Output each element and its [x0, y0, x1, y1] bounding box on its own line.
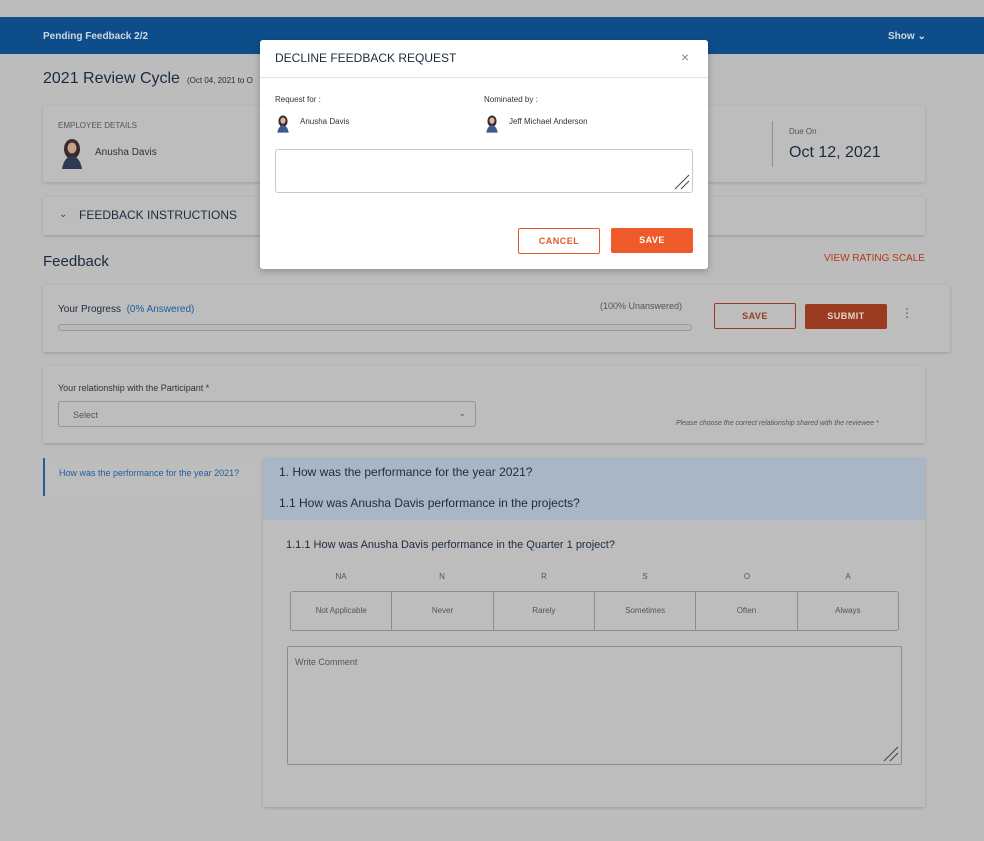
feedback-heading: Feedback: [43, 253, 109, 270]
rating-option-sometimes[interactable]: Sometimes: [595, 592, 697, 630]
employee-avatar: [62, 139, 82, 169]
progress-label: Your Progress (0% Answered): [58, 304, 194, 315]
view-rating-scale-link[interactable]: VIEW RATING SCALE: [824, 253, 925, 264]
modal-divider: [260, 77, 708, 78]
due-on-label: Due On: [789, 127, 817, 136]
relationship-select-value: Select: [73, 410, 99, 420]
decline-reason-textarea[interactable]: [275, 149, 693, 193]
top-strip: [0, 0, 984, 17]
nominated-by-name: Jeff Michael Anderson: [509, 117, 588, 126]
progress-unanswered: (100% Unanswered): [600, 301, 683, 311]
due-divider: [772, 121, 773, 167]
rating-option-never[interactable]: Never: [392, 592, 494, 630]
nominated-by-label: Nominated by :: [484, 95, 538, 104]
relationship-card: Your relationship with the Participant *…: [43, 366, 925, 443]
request-for-name: Anusha Davis: [300, 117, 350, 126]
scale-abbr: N: [439, 572, 445, 581]
more-options-icon[interactable]: ⋮: [901, 306, 913, 320]
feedback-instructions-label: FEEDBACK INSTRUCTIONS: [79, 208, 238, 222]
employee-details-label: EMPLOYEE DETAILS: [58, 121, 137, 130]
relationship-label: Your relationship with the Participant *: [58, 383, 210, 393]
comment-textarea[interactable]: Write Comment: [287, 646, 902, 765]
question-panel: 1. How was the performance for the year …: [263, 458, 925, 807]
modal-save-button[interactable]: SAVE: [611, 228, 693, 253]
decline-feedback-modal: DECLINE FEEDBACK REQUEST × Request for :…: [260, 40, 708, 269]
close-icon[interactable]: ×: [681, 49, 689, 65]
modal-title: DECLINE FEEDBACK REQUEST: [275, 51, 457, 65]
scale-abbr: R: [541, 572, 547, 581]
scale-abbr: O: [743, 572, 751, 581]
nominated-by-avatar: [486, 115, 498, 133]
request-for-label: Request for :: [275, 95, 321, 104]
resize-handle-icon[interactable]: [881, 744, 899, 762]
chevron-down-icon: ⌄: [59, 209, 68, 220]
rating-option-often[interactable]: Often: [696, 592, 798, 630]
employee-name: Anusha Davis: [95, 147, 157, 158]
question-1-title: 1. How was the performance for the year …: [279, 465, 533, 479]
relationship-hint: Please choose the correct relationship s…: [676, 420, 879, 427]
progress-bar: [58, 324, 692, 331]
relationship-select[interactable]: Select ⌄: [58, 401, 476, 427]
show-menu-button[interactable]: Show ⌄: [888, 31, 926, 42]
question-1-1-1-title: 1.1.1 How was Anusha Davis performance i…: [286, 539, 615, 551]
progress-answered: (0% Answered): [126, 304, 195, 315]
review-cycle-title: 2021 Review Cycle: [43, 70, 180, 87]
cancel-button[interactable]: CANCEL: [518, 228, 600, 254]
resize-handle-icon[interactable]: [672, 172, 690, 190]
sidebar-item-label: How was the performance for the year 202…: [59, 468, 240, 478]
rating-option-not-applicable[interactable]: Not Applicable: [291, 592, 393, 630]
save-button[interactable]: SAVE: [714, 303, 796, 329]
request-for-avatar: [277, 115, 289, 133]
question-header: 1. How was the performance for the year …: [263, 458, 925, 520]
rating-option-always[interactable]: Always: [798, 592, 898, 630]
chevron-down-icon: ⌄: [458, 408, 466, 418]
question-1-1-title: 1.1 How was Anusha Davis performance in …: [279, 496, 580, 510]
progress-label-text: Your Progress: [58, 304, 121, 315]
review-cycle-range: (Oct 04, 2021 to O: [187, 76, 253, 85]
progress-card: Your Progress (0% Answered) (100% Unansw…: [43, 285, 950, 352]
rating-option-rarely[interactable]: Rarely: [494, 592, 595, 630]
scale-abbr: S: [642, 572, 648, 581]
rating-scale: Not Applicable Never Rarely Sometimes Of…: [290, 591, 899, 631]
scale-abbr: NA: [335, 572, 347, 581]
scale-abbr: A: [845, 572, 851, 581]
sidebar-item-question-section[interactable]: How was the performance for the year 202…: [43, 458, 257, 496]
due-date: Oct 12, 2021: [789, 144, 881, 161]
pending-feedback-label: Pending Feedback 2/2: [43, 31, 149, 42]
submit-button[interactable]: SUBMIT: [805, 304, 887, 329]
comment-placeholder: Write Comment: [295, 657, 358, 667]
